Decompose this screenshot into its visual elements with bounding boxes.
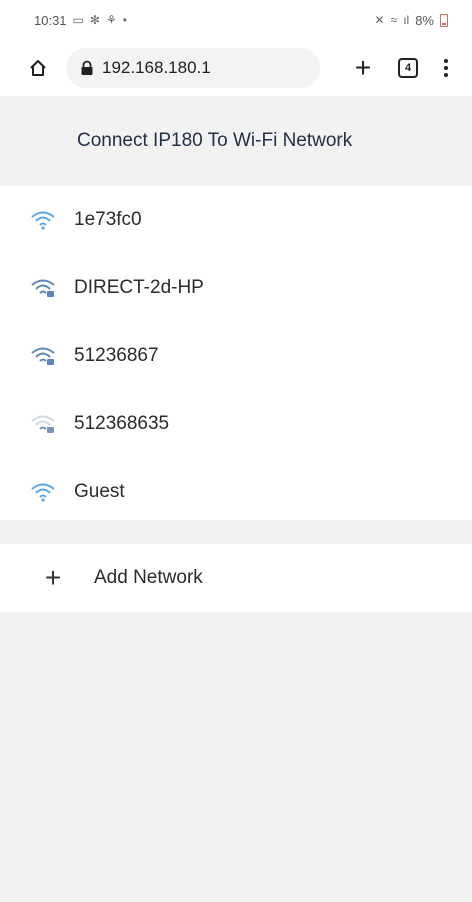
network-ssid: 1e73fc0 (74, 209, 142, 230)
page-title: Connect IP180 To Wi-Fi Network (77, 130, 353, 151)
tab-switcher-button[interactable]: 4 (398, 58, 418, 78)
network-item[interactable]: 51236867 (0, 322, 472, 390)
more-menu-button[interactable] (444, 59, 448, 77)
url-text: 192.168.180.1 (102, 58, 211, 77)
network-ssid: DIRECT-2d-HP (74, 277, 204, 298)
network-ssid: Guest (74, 481, 125, 502)
url-bar[interactable]: 192.168.180.1 (66, 48, 320, 88)
fan-notification-icon: ✻ (89, 13, 100, 27)
network-ssid: 512368635 (74, 413, 170, 434)
page-header: Connect IP180 To Wi-Fi Network (0, 96, 472, 186)
wifi-secure-icon (30, 346, 56, 366)
gallery-notification-icon: ▭ (72, 13, 84, 27)
add-network-label: Add Network (94, 567, 203, 588)
network-item[interactable]: 512368635 (0, 390, 472, 458)
new-tab-button[interactable]: + (348, 54, 378, 82)
tab-count: 4 (404, 62, 412, 74)
network-item[interactable]: Guest (0, 458, 472, 526)
battery-icon (440, 13, 448, 27)
menu-dot (444, 59, 448, 63)
wifi-weak-secure-icon (30, 414, 56, 434)
empty-area (0, 612, 472, 902)
menu-dot (444, 73, 448, 77)
status-time: 10:31 (34, 12, 67, 28)
more-notifications-icon: • (122, 13, 127, 27)
app-notification-icon: ⚘ (105, 13, 117, 27)
home-icon (30, 60, 46, 76)
add-network-button[interactable]: + Add Network (0, 544, 472, 612)
browser-toolbar: 192.168.180.1 + 4 (0, 42, 472, 94)
network-ssid: 51236867 (74, 345, 159, 366)
signal-icon: ıl (403, 13, 410, 27)
section-divider (0, 520, 472, 544)
menu-dot (444, 66, 448, 70)
lock-icon (80, 60, 94, 76)
status-right: ✕ ≈ ıl 8% (375, 13, 448, 28)
wifi-full-icon (30, 210, 56, 230)
plus-icon: + (44, 562, 62, 593)
battery-percent: 8% (415, 12, 434, 28)
status-left: 10:31 ▭ ✻ ⚘ • (34, 13, 127, 28)
network-item[interactable]: 1e73fc0 (0, 186, 472, 254)
home-button[interactable] (26, 56, 50, 80)
status-bar: 10:31 ▭ ✻ ⚘ • ✕ ≈ ıl 8% (0, 0, 472, 40)
wifi-secure-icon (30, 278, 56, 298)
mute-icon: ✕ (374, 13, 385, 27)
wifi-status-icon: ≈ (390, 13, 398, 27)
network-item[interactable]: DIRECT-2d-HP (0, 254, 472, 322)
wifi-full-icon (30, 482, 56, 502)
network-list: 1e73fc0 DIRECT-2d-HP 51236867 512368635 … (0, 186, 472, 526)
